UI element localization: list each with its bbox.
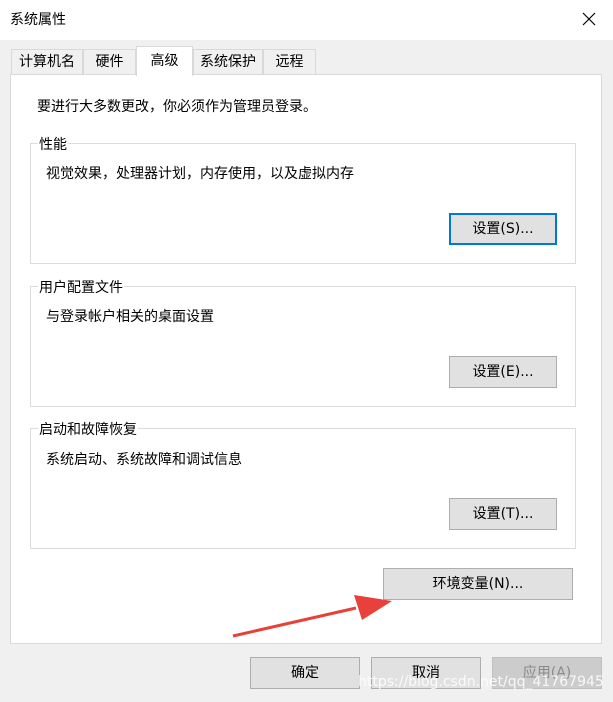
red-arrow-annotation	[232, 595, 392, 638]
watermark: https://blog.csdn.net/qq_41767945	[358, 674, 604, 690]
